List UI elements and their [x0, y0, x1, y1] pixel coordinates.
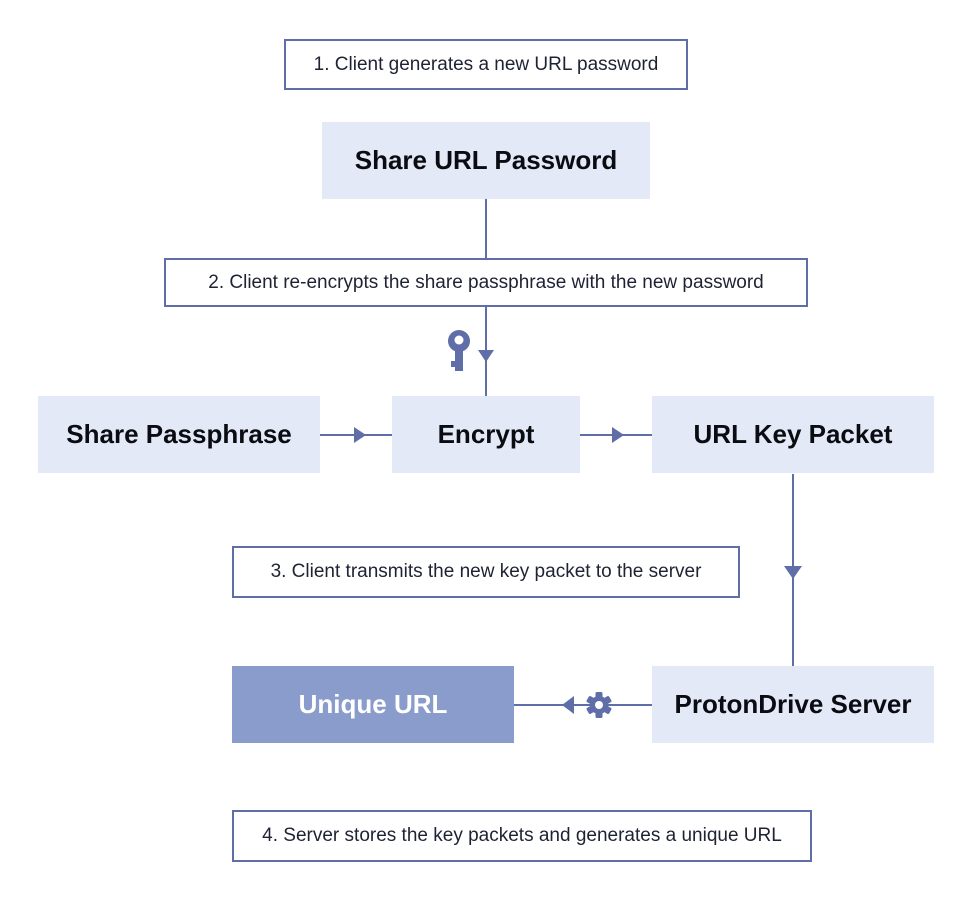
- step-3-label: 3. Client transmits the new key packet t…: [232, 546, 740, 598]
- key-icon: [448, 330, 470, 371]
- node-share-url-password: Share URL Password: [322, 122, 650, 199]
- arrowhead-down: [478, 350, 494, 362]
- node-encrypt: Encrypt: [392, 396, 580, 473]
- step-2-label: 2. Client re-encrypts the share passphra…: [164, 258, 808, 307]
- node-url-key-packet: URL Key Packet: [652, 396, 934, 473]
- node-unique-url: Unique URL: [232, 666, 514, 743]
- arrowhead-left: [562, 696, 574, 714]
- node-protondrive-server: ProtonDrive Server: [652, 666, 934, 743]
- node-share-passphrase: Share Passphrase: [38, 396, 320, 473]
- arrowhead-right: [612, 427, 624, 443]
- arrowhead-right: [354, 427, 366, 443]
- step-1-label: 1. Client generates a new URL password: [284, 39, 688, 90]
- step-4-label: 4. Server stores the key packets and gen…: [232, 810, 812, 862]
- arrowhead-down: [784, 566, 802, 579]
